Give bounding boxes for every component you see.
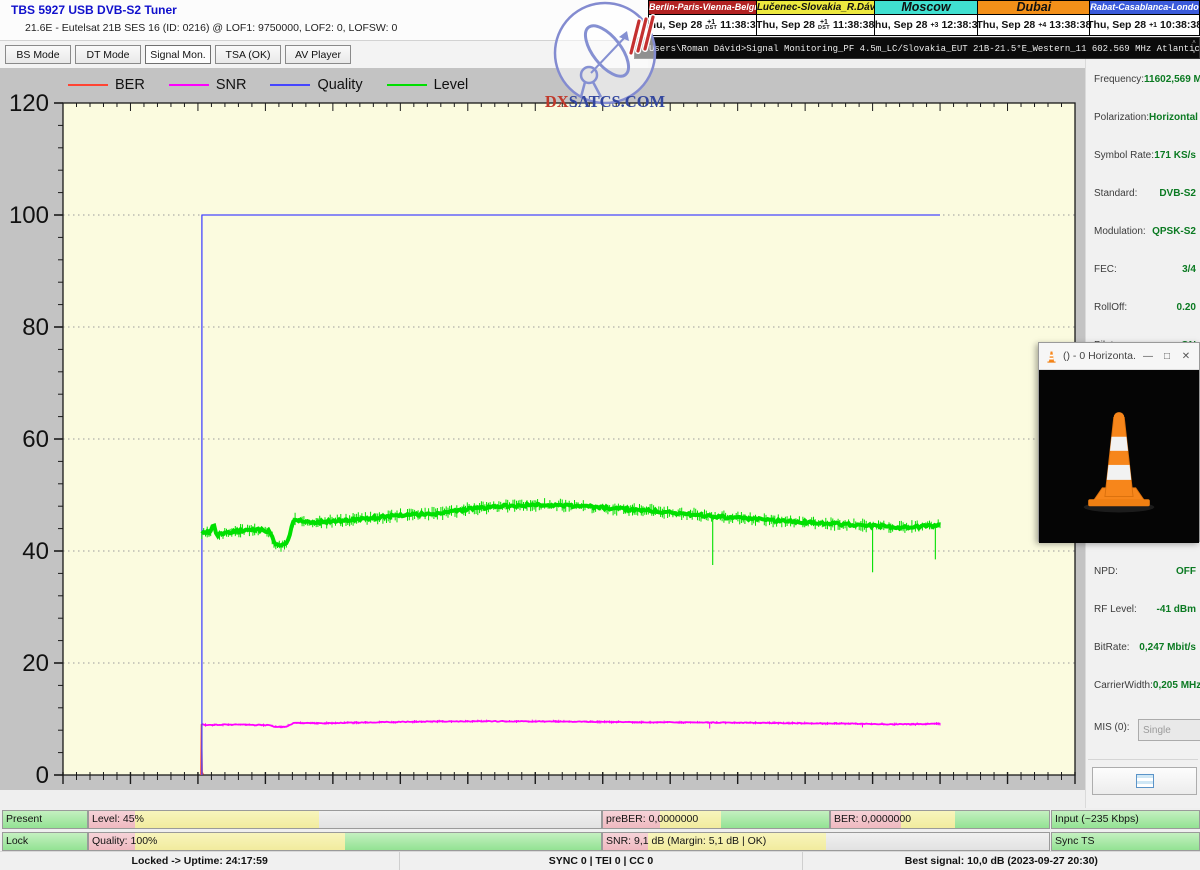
legend-level: Level <box>386 77 468 93</box>
tab-av-player[interactable]: AV Player <box>285 45 351 64</box>
bar-label: Lock <box>6 834 29 847</box>
layers-icon <box>1135 774 1154 788</box>
progress-quality: Quality: 100% <box>88 832 602 851</box>
param-fec: FEC: 3/4 <box>1094 263 1196 275</box>
progress-row-1: Present Level: 45% preBER: 0,0000000 BER: 0… <box>0 810 1200 829</box>
tab-tsa[interactable]: TSA (OK) <box>215 45 281 64</box>
ber-line-swatch <box>68 84 108 86</box>
progress-ber: BER: 0,0000000 <box>830 810 1050 829</box>
console-scrollbar[interactable]: ˄ ˅ <box>1189 38 1199 58</box>
progress-row-2: Lock Quality: 100% SNR: 9,1 dB (Margin: 5,… <box>0 832 1200 851</box>
bar-label: SNR: 9,1 dB (Margin: 5,1 dB | OK) <box>606 834 767 847</box>
bar-zone <box>135 811 320 828</box>
param-standard: Standard: DVB-S2 <box>1094 187 1196 199</box>
status-best-signal: Best signal: 10,0 dB (2023-09-27 20:30) <box>801 852 1200 870</box>
legend-ber: BER <box>68 77 145 93</box>
console-titlebar: Users\Roman Dávid>Signal Monitoring_PF 4… <box>634 37 1200 59</box>
chart-legend: BER SNR Quality Level <box>68 76 468 94</box>
param-rolloff: RollOff: 0.20 <box>1094 301 1196 313</box>
clock-moscow: Moscow Thu, Sep 28 +3 12:38:38 <box>874 1 979 35</box>
vlc-video-area <box>1039 370 1199 543</box>
bar-zone <box>135 833 345 850</box>
bar-label: Present <box>6 812 43 825</box>
bar-zone <box>955 811 1049 828</box>
level-line-swatch <box>386 84 427 86</box>
vlc-minimize-button[interactable]: — <box>1141 351 1155 362</box>
vlc-close-button[interactable]: ✕ <box>1179 351 1193 362</box>
param-symbol-rate: Symbol Rate: 171 KS/s <box>1094 149 1196 161</box>
param-frequency: Frequency:11602,569 MHz <box>1094 73 1200 85</box>
svg-text:20: 20 <box>22 650 49 677</box>
vlc-titlebar[interactable]: () - 0 Horizonta... — □ ✕ <box>1039 343 1199 370</box>
svg-text:100: 100 <box>9 202 49 229</box>
bar-zone <box>345 833 601 850</box>
clock-rabat: Rabat-Casablanca-London Thu, Sep 28 +1 1… <box>1090 1 1199 35</box>
quality-line-swatch <box>270 84 311 86</box>
param-mis: MIS (0): Single ⌄ <box>1094 719 1200 741</box>
param-carrierwidth: CarrierWidth: 0,205 MHz <box>1094 679 1200 691</box>
svg-text:80: 80 <box>22 314 49 341</box>
clock-lucenec: Lučenec-Slovakia_R.Dávid Thu, Sep 28 +1 D… <box>756 1 875 35</box>
vlc-cone-icon <box>1047 351 1056 363</box>
param-rf-level: RF Level: -41 dBm <box>1094 603 1196 615</box>
progress-level: Level: 45% <box>88 810 602 829</box>
vlc-window-title: () - 0 Horizonta... <box>1063 350 1136 362</box>
progress-preber: preBER: 0,0000000 <box>602 810 830 829</box>
status-uptime: Locked -> Uptime: 24:17:59 <box>131 855 268 867</box>
svg-text:DXSATCS.COM: DXSATCS.COM <box>545 92 666 111</box>
progress-lock: Lock <box>2 832 88 851</box>
bar-zone <box>319 811 601 828</box>
snr-line-swatch <box>168 84 209 86</box>
param-npd: NPD: OFF <box>1094 565 1196 577</box>
svg-text:60: 60 <box>22 426 49 453</box>
signal-chart: 0 20 40 60 80 100 120 <box>9 90 1076 789</box>
clock-dubai: Dubai Thu, Sep 28 +4 13:38:38 <box>978 1 1091 35</box>
vlc-window: () - 0 Horizonta... — □ ✕ <box>1038 342 1200 543</box>
bar-zone <box>720 811 829 828</box>
scroll-down-icon[interactable]: ˅ <box>1192 50 1196 56</box>
progress-input: Input (~235 Kbps) <box>1051 810 1200 829</box>
tuner-subtitle: 21.6E - Eutelsat 21B SES 16 (ID: 0216) @… <box>25 22 398 34</box>
panel-separator <box>1088 759 1198 760</box>
bar-label: Level: 45% <box>92 812 144 825</box>
panel-extra-button[interactable] <box>1092 767 1197 795</box>
progress-syncts: Sync TS <box>1051 832 1200 851</box>
bar-label: BER: 0,0000000 <box>834 812 912 825</box>
app-title: TBS 5927 USB DVB-S2 Tuner <box>11 3 177 17</box>
mis-dropdown[interactable]: Single ⌄ <box>1138 719 1200 741</box>
statusbar: Locked -> Uptime: 24:17:59 SYNC 0 | TEI … <box>0 851 1200 870</box>
param-modulation: Modulation: QPSK-S2 <box>1094 225 1196 237</box>
progress-present: Present <box>2 810 88 829</box>
bar-label: Quality: 100% <box>92 834 158 847</box>
bar-label: Input (~235 Kbps) <box>1055 812 1139 825</box>
legend-quality: Quality <box>270 77 363 93</box>
svg-text:40: 40 <box>22 538 49 565</box>
signal-chart-region: BER SNR Quality Level 0 20 40 60 80 100 120 <box>0 68 1085 790</box>
bar-label: preBER: 0,0000000 <box>606 812 699 825</box>
svg-text:0: 0 <box>36 762 49 789</box>
dxsatcs-logo: DXSATCS.COM <box>545 1 666 111</box>
param-polarization: Polarization: Horizontal <box>1094 111 1198 123</box>
status-sync-counters: SYNC 0 | TEI 0 | CC 0 <box>399 852 801 870</box>
tab-dt-mode[interactable]: DT Mode <box>75 45 141 64</box>
vlc-cone-logo <box>1083 411 1155 512</box>
param-bitrate: BitRate: 0,247 Mbit/s <box>1094 641 1196 653</box>
progress-snr: SNR: 9,1 dB (Margin: 5,1 dB | OK) <box>602 832 1050 851</box>
legend-snr: SNR <box>168 77 246 93</box>
vlc-maximize-button[interactable]: □ <box>1160 351 1174 362</box>
svg-text:120: 120 <box>9 90 49 117</box>
bar-label: Sync TS <box>1055 834 1095 847</box>
bar-zone <box>826 833 1049 850</box>
tab-signal-mon[interactable]: Signal Mon. <box>145 45 211 64</box>
world-clocks: Berlin-Paris-Vienna-Belgrade Thu, Sep 28… <box>648 0 1200 36</box>
scroll-up-icon[interactable]: ˄ <box>1192 40 1196 46</box>
tab-bs-mode[interactable]: BS Mode <box>5 45 71 64</box>
